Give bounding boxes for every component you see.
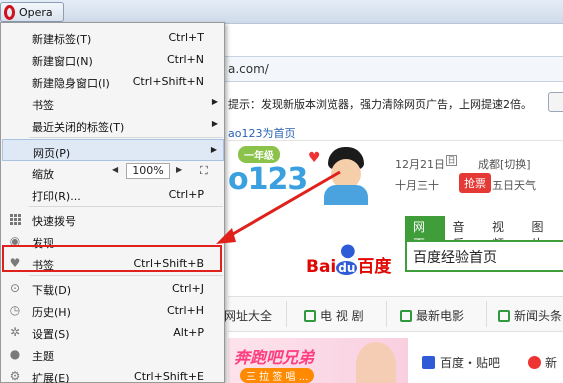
puzzle-icon: ⚙ [9, 369, 21, 383]
title-bar: Opera [0, 0, 563, 24]
search-input[interactable]: 百度经验首页 [405, 240, 563, 272]
fullscreen-icon[interactable]: ⛶ [200, 164, 208, 178]
nav-item-sites[interactable]: 网址大全 [224, 307, 272, 324]
submenu-arrow-icon: ▶ [210, 145, 217, 154]
lunar-date: 十月三十 [395, 179, 439, 192]
weibo-link[interactable]: 新 [528, 354, 557, 371]
zoom-level: 100% [126, 163, 170, 179]
submenu-arrow-icon: ▶ [211, 97, 218, 106]
date-text: 12月21日 [395, 158, 445, 171]
menu-item-print[interactable]: 打印(R)... Ctrl+P [2, 183, 224, 205]
url-text[interactable]: a.com/ [228, 62, 269, 76]
tieba-link[interactable]: 百度・贴吧 [422, 354, 500, 371]
hao123-logo-text: o123 [228, 162, 308, 197]
menu-item-recently-closed[interactable]: 最近关闭的标签(T) ▶ [2, 114, 224, 136]
menu-item-extensions[interactable]: ⚙ 扩展(E) Ctrl+Shift+E [2, 365, 224, 383]
grade-badge: 一年级 [238, 146, 280, 163]
gear-icon: ✲ [9, 325, 21, 339]
browser-window: Opera a.com/ 提示：发现新版本浏览器，强力清除网页广告，上网提速2倍… [0, 0, 563, 383]
menu-item-history[interactable]: ◷ 历史(H) Ctrl+H [2, 299, 224, 321]
weather-link[interactable]: 五日天气 [492, 177, 536, 193]
calendar-icon[interactable]: 日 [446, 155, 457, 166]
drop-icon: ● [9, 347, 21, 361]
baidu-logo-text: Bai du 百度 [306, 257, 392, 277]
boy-illustration [322, 145, 370, 205]
menu-item-zoom: 缩放 ◀ 100% ▶ ⛶ [32, 163, 208, 181]
update-notice[interactable]: 提示：发现新版本浏览器，强力清除网页广告，上网提速2倍。 [228, 96, 532, 112]
baidu-logo[interactable]: ● Bai du 百度 [306, 240, 398, 277]
submenu-arrow-icon: ▶ [211, 119, 218, 128]
ticket-button[interactable]: 抢票 [459, 173, 491, 193]
weibo-icon [528, 356, 541, 369]
set-homepage-link[interactable]: ao123为首页 [228, 125, 295, 141]
opera-menu-button[interactable]: Opera [0, 2, 64, 22]
banner-subtitle: 三 拉 签 唱 ... [240, 368, 315, 383]
nav-item-movies[interactable]: 最新电影 [400, 307, 464, 324]
menu-item-private-window[interactable]: 新建隐身窗口(I) Ctrl+Shift+N [2, 70, 224, 92]
menu-item-bookmarks-submenu[interactable]: 书签 ▶ [2, 92, 224, 114]
download-icon: ⊙ [9, 281, 21, 295]
speed-dial-icon [8, 212, 22, 226]
nav-item-tv[interactable]: 电 视 剧 [304, 307, 364, 324]
notice-button[interactable] [548, 92, 563, 112]
banner-title: 奔跑吧兄弟 [234, 348, 315, 367]
menu-item-downloads[interactable]: ⊙ 下载(D) Ctrl+J [2, 277, 224, 299]
banner-photo [356, 342, 396, 383]
menu-item-settings[interactable]: ✲ 设置(S) Alt+P [2, 321, 224, 343]
opera-main-menu: 新建标签(T) Ctrl+T 新建窗口(N) Ctrl+N 新建隐身窗口(I) Ctr… [0, 22, 225, 383]
tv-icon [304, 309, 316, 322]
menu-item-new-window[interactable]: 新建窗口(N) Ctrl+N [2, 48, 224, 70]
film-icon [400, 309, 412, 322]
promo-banner[interactable]: 奔跑吧兄弟 三 拉 签 唱 ... [228, 338, 408, 383]
zoom-in-button[interactable]: ▶ [176, 165, 182, 174]
menu-item-speed-dial[interactable]: 快速拨号 [2, 208, 224, 230]
hao123-logo[interactable]: 一年级 o123 [228, 146, 310, 206]
divider [228, 140, 563, 141]
opera-logo-icon [4, 4, 15, 20]
zoom-out-button[interactable]: ◀ [112, 165, 118, 174]
highlight-box [2, 245, 222, 272]
history-icon: ◷ [9, 303, 21, 317]
news-icon [498, 309, 510, 322]
opera-menu-label: Opera [19, 5, 53, 19]
city-switch-link[interactable]: 成都[切换] [478, 156, 531, 172]
menu-item-themes[interactable]: ● 主题 [2, 343, 224, 365]
menu-item-page[interactable]: 网页(P) ▶ [2, 139, 224, 161]
category-nav: 网址大全 电 视 剧 最新电影 新闻头条 [224, 296, 563, 332]
tieba-icon [422, 356, 435, 369]
nav-item-news[interactable]: 新闻头条 [498, 307, 562, 324]
menu-item-new-tab[interactable]: 新建标签(T) Ctrl+T [2, 26, 224, 48]
heart-decoration-icon: ♥ [308, 150, 321, 166]
